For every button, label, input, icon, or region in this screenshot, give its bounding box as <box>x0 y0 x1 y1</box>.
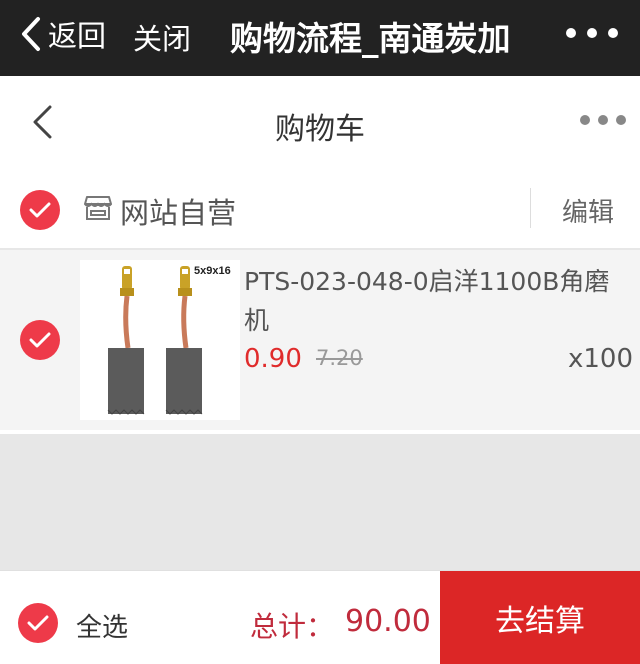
checkout-button[interactable]: 去结算 <box>440 571 640 664</box>
original-price: 7.20 <box>316 346 363 370</box>
back-label: 返回 <box>48 19 107 53</box>
store-row: 网站自营 编辑 <box>0 168 640 248</box>
store-icon <box>84 196 112 220</box>
more-dots-icon[interactable] <box>580 113 626 127</box>
checkmark-icon <box>27 615 49 631</box>
wechat-top-bar: 返回 关闭 购物流程_南通炭加 <box>0 0 640 76</box>
select-all-checkbox[interactable] <box>18 603 58 643</box>
select-all-label[interactable]: 全选 <box>76 607 128 644</box>
checkmark-icon <box>29 202 51 218</box>
window-title: 购物流程_南通炭加 <box>230 19 511 58</box>
page-title: 购物车 <box>275 112 365 147</box>
page-header: 购物车 <box>0 76 640 168</box>
edit-button[interactable]: 编辑 <box>562 192 614 229</box>
product-price: 0.90 <box>244 344 302 374</box>
store-checkbox[interactable] <box>20 190 60 230</box>
divider <box>530 188 531 228</box>
chevron-left-icon <box>22 17 40 51</box>
total-label: 总计： <box>250 610 335 643</box>
checkmark-icon <box>29 332 51 348</box>
store-name: 网站自营 <box>120 196 237 230</box>
product-image[interactable]: 5x9x16 <box>80 260 240 420</box>
total-value: 90.00 <box>345 604 431 639</box>
close-button[interactable]: 关闭 <box>133 16 191 58</box>
product-quantity: x100 <box>568 344 634 374</box>
divider <box>0 430 640 434</box>
more-dots-icon[interactable] <box>566 23 618 43</box>
cart-item[interactable]: 5x9x16 PTS-023-048-0启洋1100B角磨机 0.90 7.20… <box>0 250 640 430</box>
cart-footer: 全选 总计： 90.00 去结算 <box>0 570 640 664</box>
item-checkbox[interactable] <box>20 320 60 360</box>
product-image-label: 5x9x16 <box>194 265 231 277</box>
product-name[interactable]: PTS-023-048-0启洋1100B角磨机 <box>244 262 634 340</box>
back-button[interactable]: 返回 <box>20 14 106 54</box>
